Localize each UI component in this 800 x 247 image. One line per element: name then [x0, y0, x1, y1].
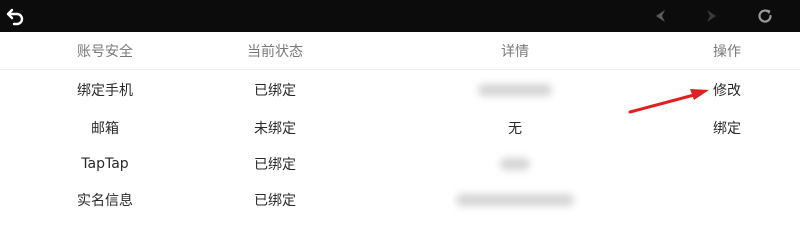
table-header-row: 账号安全 当前状态 详情 操作 — [0, 32, 800, 70]
back-button[interactable] — [4, 0, 28, 32]
header-actions: 操作 — [713, 43, 741, 60]
row-status: 未绑定 — [254, 121, 296, 137]
row-action-empty — [690, 146, 764, 182]
nav-back-button[interactable] — [650, 0, 672, 32]
header-account-security: 账号安全 — [77, 43, 133, 60]
row-item: 实名信息 — [77, 193, 133, 209]
row-detail-redacted — [440, 72, 590, 108]
row-status: 已绑定 — [254, 157, 296, 173]
row-detail: 无 — [508, 121, 522, 137]
row-item: TapTap — [81, 156, 129, 172]
nav-right-icon — [707, 10, 716, 22]
header-details: 详情 — [501, 43, 529, 60]
table-row: 邮箱 未绑定 无 绑定 — [0, 110, 800, 146]
top-toolbar — [0, 0, 800, 32]
bind-button[interactable]: 绑定 — [690, 110, 764, 146]
nav-left-icon — [656, 10, 665, 22]
table-row: 绑定手机 已绑定 修改 — [0, 72, 800, 108]
row-status: 已绑定 — [254, 193, 296, 209]
nav-forward-button[interactable] — [700, 0, 722, 32]
account-security-table: 账号安全 当前状态 详情 操作 绑定手机 已绑定 修改 邮箱 未绑定 无 绑定 … — [0, 32, 800, 247]
back-arrow-icon — [6, 8, 24, 26]
row-detail-redacted — [440, 146, 590, 182]
table-row: TapTap 已绑定 — [0, 146, 800, 182]
refresh-button[interactable] — [753, 0, 777, 32]
row-action-empty — [690, 182, 764, 218]
table-row: 实名信息 已绑定 — [0, 182, 800, 218]
modify-button[interactable]: 修改 — [690, 72, 764, 108]
row-item: 绑定手机 — [77, 83, 133, 99]
row-detail-redacted — [440, 182, 590, 218]
row-status: 已绑定 — [254, 83, 296, 99]
row-item: 邮箱 — [91, 121, 119, 137]
header-current-status: 当前状态 — [247, 43, 303, 60]
refresh-icon — [758, 9, 772, 23]
